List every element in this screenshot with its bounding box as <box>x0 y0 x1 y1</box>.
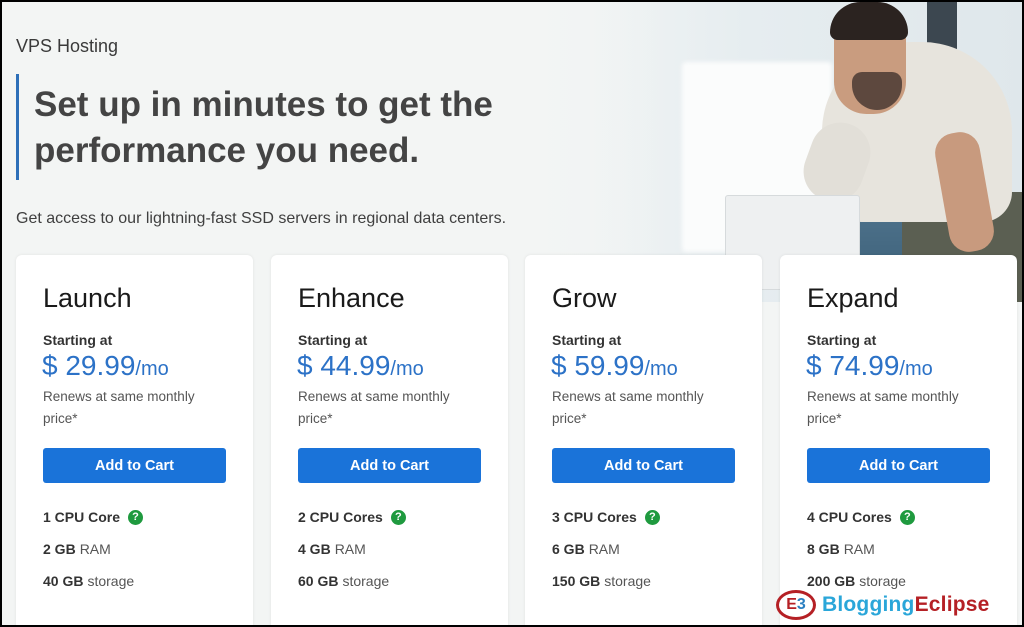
price-amount: $ 29.99 <box>42 350 136 381</box>
spec-storage: 60 GB storage <box>298 573 389 589</box>
price-period: /mo <box>135 358 169 380</box>
logo-glyph-e: E <box>786 596 797 613</box>
ram-value: 2 GB <box>43 541 76 557</box>
spec-cpu: 2 CPU Cores? <box>298 509 406 525</box>
ram-label: RAM <box>334 541 366 557</box>
plan-name: Launch <box>43 283 132 313</box>
spec-ram: 4 GB RAM <box>298 541 366 557</box>
logo-glyph-3: 3 <box>796 596 806 613</box>
price-period: /mo <box>644 358 678 380</box>
page-headline: Set up in minutes to get the performance… <box>34 85 493 170</box>
question-circle-icon[interactable]: ? <box>390 509 406 525</box>
headline-accent-bar <box>16 74 19 180</box>
watermark-text-eclipse: Eclipse <box>914 593 990 616</box>
add-to-cart-button[interactable]: Add to Cart <box>552 448 735 483</box>
storage-value: 60 GB <box>298 573 339 589</box>
plan-price: $ 44.99/mo <box>297 350 424 382</box>
page-frame: VPS Hosting Set up in minutes to get the… <box>2 2 1022 625</box>
cpu-value: 2 CPU Cores <box>298 509 383 525</box>
question-circle-icon[interactable]: ? <box>644 509 660 525</box>
spec-storage: 150 GB storage <box>552 573 651 589</box>
cpu-value: 4 CPU Cores <box>807 509 892 525</box>
ram-value: 6 GB <box>552 541 585 557</box>
renew-note: Renews at same monthly price* <box>552 389 704 426</box>
starting-at-label: Starting at <box>298 332 368 348</box>
price-amount: $ 74.99 <box>806 350 900 381</box>
ram-value: 4 GB <box>298 541 331 557</box>
watermark-logo-icon: E3 <box>776 590 816 620</box>
question-circle-icon[interactable]: ? <box>128 509 144 525</box>
plan-name: Enhance <box>298 283 405 313</box>
ram-label: RAM <box>588 541 620 557</box>
storage-label: storage <box>859 573 906 589</box>
plan-card-enhance: Enhance Starting at $ 44.99/mo Renews at… <box>271 255 508 625</box>
spec-cpu: 1 CPU Core? <box>43 509 144 525</box>
spec-ram: 2 GB RAM <box>43 541 111 557</box>
watermark: E3 BloggingEclipse <box>776 588 990 622</box>
add-to-cart-button[interactable]: Add to Cart <box>807 448 990 483</box>
price-amount: $ 44.99 <box>297 350 391 381</box>
plan-card-grow: Grow Starting at $ 59.99/mo Renews at sa… <box>525 255 762 625</box>
spec-cpu: 4 CPU Cores? <box>807 509 915 525</box>
starting-at-label: Starting at <box>807 332 877 348</box>
starting-at-label: Starting at <box>552 332 622 348</box>
starting-at-label: Starting at <box>43 332 113 348</box>
spec-storage: 40 GB storage <box>43 573 134 589</box>
ram-label: RAM <box>843 541 875 557</box>
renew-note: Renews at same monthly price* <box>43 389 195 426</box>
plan-name: Grow <box>552 283 617 313</box>
price-period: /mo <box>899 358 933 380</box>
plan-price: $ 74.99/mo <box>806 350 933 382</box>
storage-value: 150 GB <box>552 573 601 589</box>
spec-ram: 6 GB RAM <box>552 541 620 557</box>
plan-price: $ 29.99/mo <box>42 350 169 382</box>
cpu-value: 1 CPU Core <box>43 509 121 525</box>
add-to-cart-button[interactable]: Add to Cart <box>298 448 481 483</box>
ram-value: 8 GB <box>807 541 840 557</box>
watermark-text-blogging: Blogging <box>822 593 915 616</box>
page-subtext: Get access to our lightning-fast SSD ser… <box>16 210 507 227</box>
renew-note: Renews at same monthly price* <box>298 389 450 426</box>
price-amount: $ 59.99 <box>551 350 645 381</box>
question-circle-icon[interactable]: ? <box>899 509 915 525</box>
cpu-value: 3 CPU Cores <box>552 509 637 525</box>
price-period: /mo <box>390 358 424 380</box>
storage-label: storage <box>604 573 651 589</box>
storage-value: 200 GB <box>807 573 856 589</box>
storage-value: 40 GB <box>43 573 84 589</box>
watermark-text: BloggingEclipse <box>822 593 990 617</box>
spec-ram: 8 GB RAM <box>807 541 875 557</box>
renew-note: Renews at same monthly price* <box>807 389 959 426</box>
add-to-cart-button[interactable]: Add to Cart <box>43 448 226 483</box>
plan-price: $ 59.99/mo <box>551 350 678 382</box>
plan-name: Expand <box>807 283 899 313</box>
photo-person-hair <box>830 2 908 40</box>
spec-cpu: 3 CPU Cores? <box>552 509 660 525</box>
spec-storage: 200 GB storage <box>807 573 906 589</box>
ram-label: RAM <box>79 541 111 557</box>
plan-card-expand: Expand Starting at $ 74.99/mo Renews at … <box>780 255 1017 625</box>
plan-card-launch: Launch Starting at $ 29.99/mo Renews at … <box>16 255 253 625</box>
storage-label: storage <box>342 573 390 589</box>
section-eyebrow: VPS Hosting <box>16 36 119 56</box>
storage-label: storage <box>87 573 135 589</box>
